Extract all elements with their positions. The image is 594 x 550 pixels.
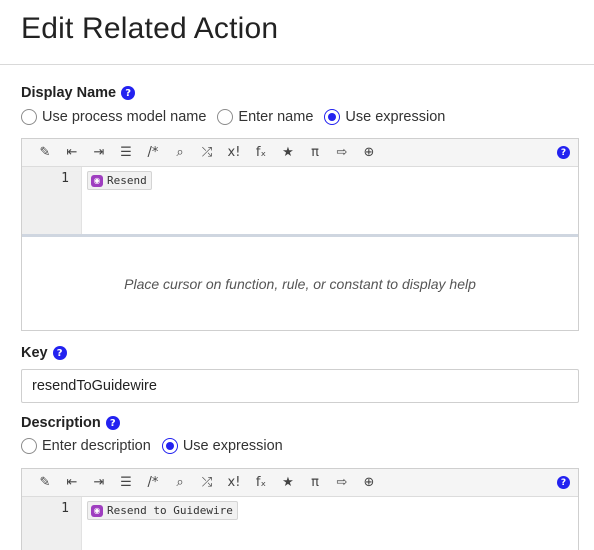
variable-icon[interactable]: x!	[223, 473, 245, 493]
export-icon[interactable]: ⇨	[331, 473, 353, 493]
line-number: 1	[61, 171, 69, 186]
radio-label: Enter description	[42, 438, 151, 454]
function-help-pane: Place cursor on function, rule, or const…	[22, 234, 578, 330]
token-text: Resend	[107, 174, 147, 187]
shuffle-icon[interactable]: ⤮	[196, 143, 218, 163]
magic-wand-icon[interactable]: ✎	[34, 143, 56, 163]
radio-label: Enter name	[238, 109, 314, 125]
radio-button-selected[interactable]	[324, 109, 341, 125]
outdent-icon[interactable]: ⇤	[61, 473, 83, 493]
key-input[interactable]	[21, 369, 579, 403]
pi-icon[interactable]: π	[304, 143, 326, 163]
radio-label: Use process model name	[42, 109, 207, 125]
line-number: 1	[61, 501, 69, 516]
rule-icon: ◉	[91, 174, 103, 187]
radio-use-expression[interactable]: Use expression	[161, 438, 283, 454]
search-icon[interactable]: ⌕	[169, 473, 191, 493]
radio-button[interactable]	[217, 109, 234, 125]
editor-toolbar: ✎ ⇤ ⇥ ☰ /* ⌕ ⤮ x! fₓ ★ π ⇨ ⊕ ?	[22, 469, 578, 497]
code-content[interactable]: ◉ Resend	[82, 167, 578, 234]
page-header: Edit Related Action	[0, 0, 594, 65]
description-label: Description	[21, 415, 101, 431]
function-icon[interactable]: fₓ	[250, 143, 272, 163]
indent-icon[interactable]: ⇥	[88, 143, 110, 163]
radio-use-expression[interactable]: Use expression	[324, 109, 445, 125]
radio-button-selected[interactable]	[161, 438, 178, 454]
token-text: Resend to Guidewire	[107, 504, 233, 517]
indent-icon[interactable]: ⇥	[88, 473, 110, 493]
editor-help-icon[interactable]: ?	[557, 476, 570, 489]
star-icon[interactable]: ★	[277, 473, 299, 493]
expression-token[interactable]: ◉ Resend	[87, 171, 152, 190]
radio-enter-name[interactable]: Enter name	[217, 109, 313, 125]
star-icon[interactable]: ★	[277, 143, 299, 163]
radio-label: Use expression	[182, 438, 283, 454]
search-icon[interactable]: ⌕	[169, 143, 191, 163]
display-name-radio-group: Use process model name Enter name Use ex…	[21, 109, 456, 125]
variable-icon[interactable]: x!	[223, 143, 245, 163]
description-radio-group: Enter description Use expression	[21, 438, 294, 454]
description-label-row: Description ?	[21, 415, 120, 431]
globe-icon[interactable]: ⊕	[358, 143, 380, 163]
help-icon[interactable]: ?	[105, 416, 120, 430]
key-label-row: Key ?	[21, 345, 67, 361]
radio-label: Use expression	[345, 109, 446, 125]
code-content[interactable]: ◉ Resend to Guidewire	[82, 497, 578, 550]
export-icon[interactable]: ⇨	[331, 143, 353, 163]
page-title: Edit Related Action	[21, 12, 279, 45]
code-area[interactable]: 1 ◉ Resend	[22, 167, 578, 234]
editor-toolbar: ✎ ⇤ ⇥ ☰ /* ⌕ ⤮ x! fₓ ★ π ⇨ ⊕ ?	[22, 139, 578, 167]
magic-wand-icon[interactable]: ✎	[34, 473, 56, 493]
outdent-icon[interactable]: ⇤	[61, 143, 83, 163]
function-help-text: Place cursor on function, rule, or const…	[124, 275, 476, 292]
display-name-label-row: Display Name ?	[21, 85, 136, 101]
display-name-label: Display Name	[21, 85, 117, 101]
code-area[interactable]: 1 ◉ Resend to Guidewire	[22, 497, 578, 550]
rule-icon: ◉	[91, 504, 103, 517]
list-icon[interactable]: ☰	[115, 473, 137, 493]
description-expression-editor: ✎ ⇤ ⇥ ☰ /* ⌕ ⤮ x! fₓ ★ π ⇨ ⊕ ? 1 ◉ Resen…	[21, 468, 579, 550]
radio-button[interactable]	[21, 438, 37, 454]
key-label: Key	[21, 345, 48, 361]
radio-button[interactable]	[21, 109, 37, 125]
pi-icon[interactable]: π	[304, 473, 326, 493]
list-icon[interactable]: ☰	[115, 143, 137, 163]
editor-help-icon[interactable]: ?	[557, 146, 570, 159]
line-gutter: 1	[22, 497, 82, 550]
comment-icon[interactable]: /*	[142, 143, 164, 163]
comment-icon[interactable]: /*	[142, 473, 164, 493]
line-gutter: 1	[22, 167, 82, 234]
expression-token[interactable]: ◉ Resend to Guidewire	[87, 501, 238, 520]
help-icon[interactable]: ?	[52, 346, 67, 360]
radio-enter-description[interactable]: Enter description	[21, 438, 151, 454]
globe-icon[interactable]: ⊕	[358, 473, 380, 493]
function-icon[interactable]: fₓ	[250, 473, 272, 493]
radio-use-process-model-name[interactable]: Use process model name	[21, 109, 206, 125]
shuffle-icon[interactable]: ⤮	[196, 473, 218, 493]
display-name-expression-editor: ✎ ⇤ ⇥ ☰ /* ⌕ ⤮ x! fₓ ★ π ⇨ ⊕ ? 1 ◉ Resen…	[21, 138, 579, 331]
help-icon[interactable]: ?	[121, 86, 136, 100]
